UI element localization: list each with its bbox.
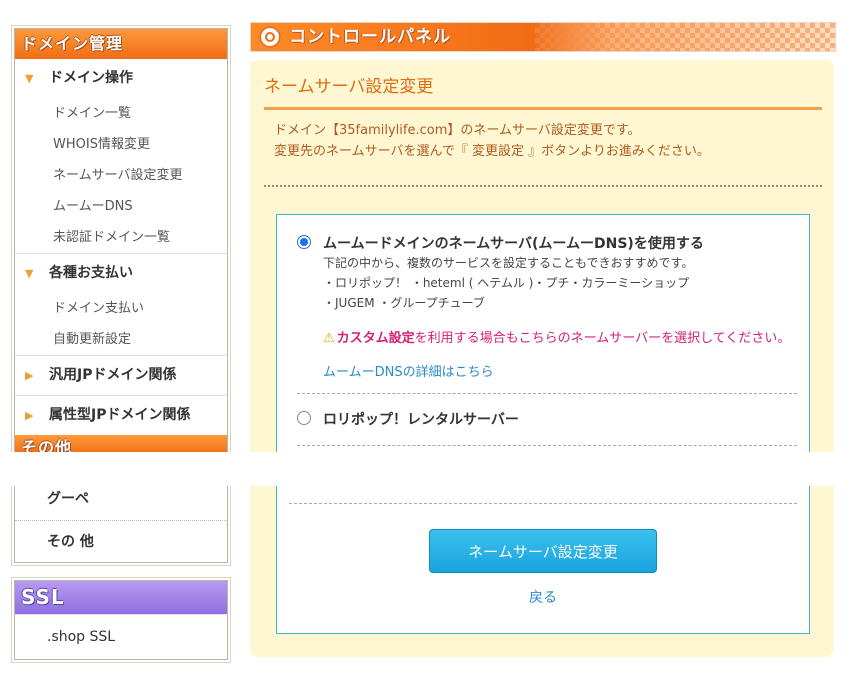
triangle-down-icon: ▼ [25,267,34,280]
sidebar-item-domain-payment[interactable]: ドメイン支払い [15,293,227,324]
triangle-right-icon: ▶ [25,369,34,382]
intro-text: ドメイン【35familylife.com】のネームサーバ設定変更です。 変更先… [274,120,710,162]
option-divider [297,445,797,446]
sidebar-section-label: 属性型JPドメイン関係 [49,407,191,423]
sidebar-ssl-box: SSL .shop SSL [14,580,228,660]
sidebar-item-domain-list[interactable]: ドメイン一覧 [15,98,227,129]
sidebar-section-domain-ops[interactable]: ▼ ドメイン操作 [15,59,227,98]
dotted-divider [264,185,822,187]
option-description: 下記の中から、複数のサービスを設定することもできおすすめです。 ・ロリポップ！ … [323,253,693,313]
control-panel-header: コントロールパネル [250,22,836,52]
sidebar-item-muumuu-dns[interactable]: ムームーDNS [15,191,227,222]
sidebar-section-attribute-jp[interactable]: ▶ 属性型JPドメイン関係 [15,395,227,435]
sidebar-other-box: グーペ その 他 [14,478,228,563]
description-line: 下記の中から、複数のサービスを設定することもできおすすめです。 [323,256,694,270]
nameserver-change-submit-button[interactable]: ネームサーバ設定変更 [429,529,657,573]
sidebar-domain-box: ドメイン管理 ▼ ドメイン操作 ドメイン一覧 WHOIS情報変更 ネームサーバ設定… [14,28,228,455]
description-line: ・JUGEM ・グループチューブ [323,296,485,310]
sidebar-section-label: ドメイン操作 [49,70,133,86]
intro-line-2: 変更先のネームサーバを選んで『 変更設定 』ボタンよりお進みください。 [274,144,710,159]
muumuu-dns-details-link[interactable]: ムームーDNSの詳細はこちら [323,361,494,380]
checker-pattern [535,23,835,51]
option-muumuu-dns-label[interactable]: ムームードメインのネームサーバ(ムームーDNS)を使用する [323,233,704,253]
option-lolipop[interactable]: ロリポップ！レンタルサーバー [297,411,797,431]
option-divider [289,503,797,504]
sidebar-item-other[interactable]: その 他 [15,520,227,563]
description-line: ・ロリポップ！ ・heteml ( ヘテムル )・プチ・カラーミーショップ [323,276,690,290]
sidebar-item-nameserver[interactable]: ネームサーバ設定変更 [15,160,227,191]
option-muumuu-dns[interactable]: ムームードメインのネームサーバ(ムームーDNS)を使用する 下記の中から、複数の… [297,235,797,395]
sidebar-item-shop-ssl[interactable]: .shop SSL [15,614,227,659]
nameserver-options-box: ムームードメインのネームサーバ(ムームーDNS)を使用する 下記の中から、複数の… [276,214,810,634]
triangle-right-icon: ▶ [25,409,34,422]
page-title: ネームサーバ設定変更 [264,72,822,110]
triangle-down-icon: ▼ [25,72,34,85]
radio-lolipop[interactable] [297,411,311,425]
control-panel-title: コントロールパネル [289,27,451,47]
sidebar-section-label: 汎用JPドメイン関係 [49,367,177,383]
sidebar-section-label: 各種お支払い [49,265,133,281]
back-link[interactable]: 戻る [277,587,809,607]
sidebar-section-general-jp[interactable]: ▶ 汎用JPドメイン関係 [15,355,227,395]
warning-text: を利用する場合もこちらのネームサーバーを選択してください。 [414,331,791,346]
warning-icon: ⚠ [323,331,335,346]
custom-setting-warning: ⚠ カスタム設定を利用する場合もこちらのネームサーバーを選択してください。 [323,327,790,346]
radio-muumuu-dns[interactable] [297,235,311,249]
gear-icon [259,26,281,48]
sidebar-header-ssl: SSL [15,581,227,614]
sidebar-item-auto-renew[interactable]: 自動更新設定 [15,324,227,355]
sidebar-header-domain: ドメイン管理 [15,29,227,59]
intro-line-1: ドメイン【35familylife.com】のネームサーバ設定変更です。 [274,123,641,138]
sidebar-item-whois[interactable]: WHOIS情報変更 [15,129,227,160]
sidebar-section-payments[interactable]: ▼ 各種お支払い [15,253,227,293]
warning-bold: カスタム設定 [336,331,415,346]
sidebar-item-unverified[interactable]: 未認証ドメイン一覧 [15,222,227,253]
main-panel: ネームサーバ設定変更 ドメイン【35familylife.com】のネームサーバ… [250,60,834,657]
option-divider [297,393,797,394]
option-lolipop-label[interactable]: ロリポップ！レンタルサーバー [323,409,519,429]
screenshot-seam [0,452,860,486]
